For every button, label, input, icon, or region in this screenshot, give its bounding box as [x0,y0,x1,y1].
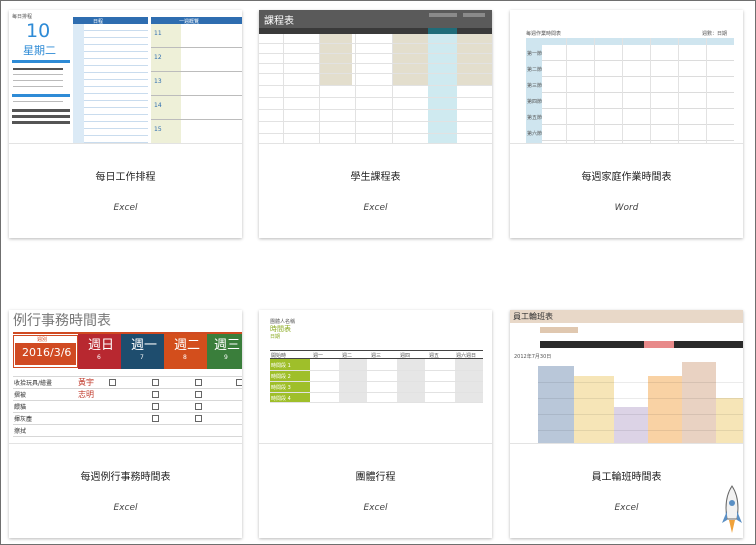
preview-day-num: 6 [97,354,101,361]
preview-caption: 每日排程 [12,14,33,20]
preview-row-label: 第二節 [527,67,543,73]
template-title[interactable]: 每週例行事務時間表 [9,468,242,483]
template-app: Excel [363,203,388,213]
preview-row-label: 時間段 4 [271,396,291,402]
preview-row-label: 第五節 [527,115,543,121]
preview-date: 2016/3/6 [22,346,72,359]
preview-week-day: 15 [154,126,162,133]
preview-sub2: 日期 [270,334,281,340]
preview-heading: 課程表 [264,16,294,27]
preview-date: 2012年7月30日 [514,354,552,360]
template-card-weekly-chores[interactable]: 例行事務時間表 週別 2016/3/6 週日 週一 週二 週三 6 7 8 9 … [9,310,242,538]
preview-task: 摺被 [14,392,27,399]
preview-person: 黃宇 [78,378,94,387]
preview-week-day: 11 [154,30,162,37]
preview-row-label: 時間段 1 [271,363,291,369]
preview-task: 收拾玩具/繪畫 [14,380,53,387]
template-thumbnail: 課程表 [259,10,492,144]
preview-task: 揮灰塵 [14,416,33,423]
template-thumbnail: 每週作業時間表 週數：日期 第一節 第二節 第三節 第四節 第五節 第六節 [510,10,743,144]
preview-week-label: 週別 [37,337,48,343]
preview-row-label: 第三節 [527,83,543,89]
preview-row-label: 第六節 [527,131,543,137]
preview-row-label: 時間段 2 [271,374,291,380]
preview-week-day: 14 [154,102,162,109]
template-title[interactable]: 每週家庭作業時間表 [510,168,743,183]
preview-row-label: 第四節 [527,99,543,105]
template-thumbnail: 團體人名稱 時間表 日期 開始時 週一 週二 週三 週四 週五 週六週日 時間段… [259,310,492,444]
template-title[interactable]: 學生課程表 [259,168,492,183]
template-app: Excel [363,503,388,513]
template-card-shift-schedule[interactable]: 員工輪班表 2012年7月30日 員工輪班時間表 Excel [510,310,743,538]
preview-weekday: 星期二 [23,44,56,57]
template-title[interactable]: 每日工作排程 [9,168,242,183]
preview-row-label: 第一節 [527,51,543,57]
preview-day: 10 [26,20,51,42]
preview-day-num: 7 [140,354,144,361]
preview-row-label: 時間段 3 [271,385,291,391]
preview-task: 擦拭 [14,428,27,435]
preview-day-name: 週二 [174,338,201,353]
template-title[interactable]: 團體行程 [259,468,492,483]
template-app: Word [614,203,639,213]
preview-week-day: 13 [154,78,162,85]
preview-day-num: 8 [183,354,187,361]
template-card-student-schedule[interactable]: 課程表 學生課程表 Excel [259,10,492,238]
preview-weekly-header: 一週概覽 [179,19,200,25]
rocket-icon[interactable] [717,483,747,539]
preview-heading: 員工輪班表 [513,312,553,321]
template-title[interactable]: 員工輪班時間表 [510,468,743,483]
preview-task: 餵貓 [14,404,27,411]
preview-day-name: 週一 [131,338,158,353]
template-app: Excel [113,203,138,213]
template-card-weekly-homework[interactable]: 每週作業時間表 週數：日期 第一節 第二節 第三節 第四節 第五節 第六節 每週… [510,10,743,238]
template-thumbnail: 員工輪班表 2012年7月30日 [510,310,743,444]
preview-caption: 每週作業時間表 [526,31,562,37]
template-card-group-schedule[interactable]: 團體人名稱 時間表 日期 開始時 週一 週二 週三 週四 週五 週六週日 時間段… [259,310,492,538]
preview-week-day: 12 [154,54,162,61]
preview-day-name: 週日 [88,338,115,353]
preview-day-num: 9 [224,354,228,361]
template-app: Excel [614,503,639,513]
preview-right-label: 週數：日期 [702,31,728,37]
template-thumbnail: 例行事務時間表 週別 2016/3/6 週日 週一 週二 週三 6 7 8 9 … [9,310,242,444]
preview-heading: 例行事務時間表 [13,313,111,329]
template-thumbnail: 每日排程 10 星期二 日程 一週概覽 11 12 13 14 15 [9,10,242,144]
preview-day-name: 週三 [214,338,241,353]
template-app: Excel [113,503,138,513]
preview-person: 志明 [78,390,94,399]
template-card-daily-schedule[interactable]: 每日排程 10 星期二 日程 一週概覽 11 12 13 14 15 每日工作排… [9,10,242,238]
